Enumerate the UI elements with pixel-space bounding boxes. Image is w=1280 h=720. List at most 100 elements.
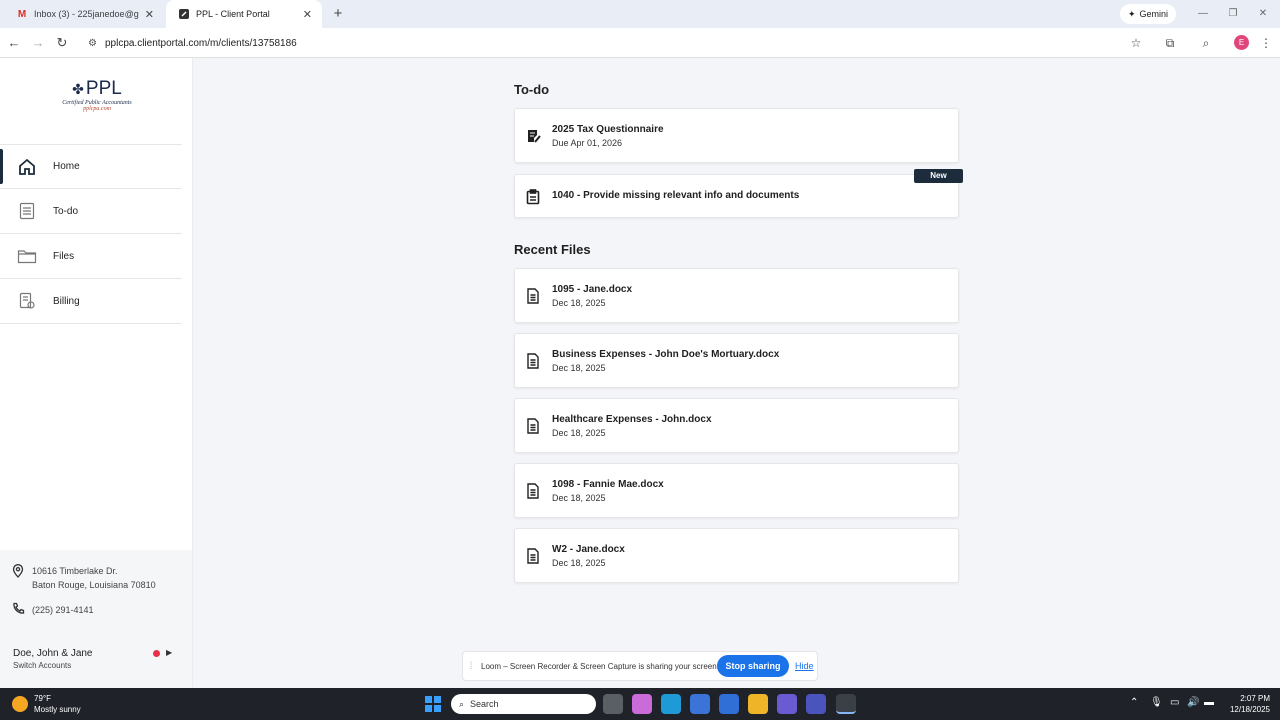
hide-link[interactable]: Hide (795, 661, 814, 671)
phone-number: (225) 291-4141 (32, 604, 94, 615)
chevron-right-icon[interactable]: ▶ (166, 648, 172, 657)
teams-work-icon[interactable] (806, 694, 826, 714)
stop-sharing-button[interactable]: Stop sharing (717, 655, 789, 677)
gmail-icon: M (17, 8, 27, 20)
close-icon[interactable]: ✕ (145, 8, 154, 21)
site-info-icon[interactable]: ⚙ (88, 38, 97, 49)
bookmark-star-icon[interactable]: ☆ (1126, 33, 1146, 53)
copilot-icon[interactable] (632, 694, 652, 714)
file-date: Dec 18, 2025 (552, 298, 606, 308)
close-icon[interactable]: ✕ (303, 8, 312, 21)
system-clock[interactable]: 2:07 PM 12/18/2025 (1226, 693, 1270, 715)
todo-due-date: Due Apr 01, 2026 (552, 138, 623, 148)
forward-button[interactable]: → (28, 33, 48, 53)
url-text: pplcpa.clientportal.com/m/clients/137581… (104, 37, 297, 49)
notification-dot (153, 650, 160, 657)
ppl-logo[interactable]: ✤ PPL Certified Public Accountants pplcpa… (52, 78, 142, 118)
store-icon[interactable] (690, 694, 710, 714)
reload-button[interactable]: ↻ (52, 33, 72, 53)
tab-gmail[interactable]: M Inbox (3) - 225janedoe@gmail. ✕ (4, 0, 164, 28)
teams-icon[interactable] (777, 694, 797, 714)
sidebar-item-label: Files (53, 250, 75, 262)
sidebar-item-label: Home (53, 161, 80, 172)
clock-date: 12/18/2025 (1229, 705, 1270, 714)
tab-title: PPL - Client Portal (196, 9, 270, 19)
main-content: To-do 2025 Tax Questionnaire Due Apr 01,… (193, 58, 1280, 688)
file-date: Dec 18, 2025 (552, 428, 606, 438)
volume-icon[interactable]: 🔊 (1187, 697, 1199, 708)
windows-start-icon[interactable] (425, 696, 441, 712)
clipboard-icon (526, 189, 542, 205)
document-icon (526, 353, 542, 369)
search-placeholder: Search (470, 699, 499, 709)
address-line-2: Baton Rouge, Louisiana 70810 (32, 580, 156, 590)
restore-button[interactable]: ❐ (1218, 0, 1248, 28)
document-icon (526, 418, 542, 434)
microphone-icon[interactable]: 🎙 (1150, 697, 1163, 708)
tab-title: Inbox (3) - 225janedoe@gmail. (34, 9, 139, 19)
sidebar-item-billing[interactable]: Billing (0, 279, 182, 324)
billing-icon (0, 292, 53, 310)
file-name: 1095 - Jane.docx (552, 284, 633, 295)
back-button[interactable]: ← (4, 33, 24, 53)
sidebar-item-home[interactable]: Home (0, 144, 182, 189)
folder-icon (0, 248, 53, 264)
taskbar: 79°F Mostly sunny ⌕ Search ⌃ 🎙 ▭ 🔊 ▬ 2:0… (0, 688, 1280, 720)
file-date: Dec 18, 2025 (552, 493, 606, 503)
logo-text: PPL (85, 78, 122, 99)
file-item[interactable]: 1098 - Fannie Mae.docx Dec 18, 2025 (514, 463, 959, 518)
office-address[interactable]: 10616 Timberlake Dr. Baton Rouge, Louisi… (12, 564, 156, 592)
minimize-button[interactable]: — (1188, 0, 1218, 28)
sidebar-item-label: Billing (53, 295, 80, 307)
sidebar-item-files[interactable]: Files (0, 234, 182, 279)
close-window-button[interactable]: ✕ (1248, 0, 1278, 28)
todo-item[interactable]: 1040 - Provide missing relevant info and… (514, 174, 959, 218)
sparkle-icon: ✦ (1127, 8, 1136, 19)
battery-icon[interactable]: ▬ (1204, 697, 1214, 708)
portal-icon (178, 8, 190, 20)
gemini-button[interactable]: ✦ Gemini (1120, 4, 1176, 24)
profile-avatar[interactable]: E (1234, 35, 1249, 50)
edge-icon[interactable] (661, 694, 681, 714)
file-item[interactable]: Healthcare Expenses - John.docx Dec 18, … (514, 398, 959, 453)
todo-item[interactable]: 2025 Tax Questionnaire Due Apr 01, 2026 (514, 108, 959, 163)
logo-mark: ✤ PPL (52, 78, 142, 100)
new-badge: New (914, 169, 963, 183)
taskbar-search[interactable]: ⌕ Search (451, 694, 596, 714)
sidebar-footer: 10616 Timberlake Dr. Baton Rouge, Louisi… (0, 550, 192, 688)
edit-form-icon (526, 128, 542, 144)
screen-sharing-bar: ⁞ Loom – Screen Recorder & Screen Captur… (462, 651, 818, 681)
file-item[interactable]: 1095 - Jane.docx Dec 18, 2025 (514, 268, 959, 323)
tab-client-portal[interactable]: PPL - Client Portal ✕ (166, 0, 322, 28)
office-phone[interactable]: (225) 291-4141 (12, 602, 94, 617)
sidebar-item-todo[interactable]: To-do (0, 189, 182, 234)
checklist-icon (0, 202, 53, 220)
file-name: Business Expenses - John Doe's Mortuary.… (552, 349, 780, 360)
address-bar[interactable]: ⚙ pplcpa.clientportal.com/m/clients/1375… (80, 31, 1148, 55)
drag-handle-icon[interactable]: ⁞ (463, 661, 479, 672)
display-icon[interactable]: ▭ (1170, 697, 1179, 708)
chrome-icon[interactable] (836, 694, 856, 714)
chevron-up-icon[interactable]: ⌃ (1130, 697, 1138, 708)
outlook-icon[interactable] (719, 694, 739, 714)
document-icon (526, 483, 542, 499)
todo-heading: To-do (514, 82, 550, 97)
clock-time: 2:07 PM (1240, 694, 1270, 703)
file-item[interactable]: Business Expenses - John Doe's Mortuary.… (514, 333, 959, 388)
file-explorer-icon[interactable] (748, 694, 768, 714)
menu-icon[interactable]: ⋮ (1256, 33, 1276, 53)
weather-widget[interactable]: 79°F Mostly sunny (12, 693, 81, 715)
account-switcher[interactable]: Doe, John & Jane Switch Accounts (13, 648, 93, 670)
new-tab-button[interactable]: + (328, 4, 348, 24)
screen-search-icon[interactable]: ⌕ (1196, 33, 1216, 53)
document-icon (526, 288, 542, 304)
extensions-icon[interactable]: ⧉ (1160, 33, 1180, 53)
file-item[interactable]: W2 - Jane.docx Dec 18, 2025 (514, 528, 959, 583)
file-name: W2 - Jane.docx (552, 544, 625, 555)
address-line-1: 10616 Timberlake Dr. (32, 566, 118, 576)
document-icon (526, 548, 542, 564)
file-name: 1098 - Fannie Mae.docx (552, 479, 664, 490)
task-view-icon[interactable] (603, 694, 623, 714)
todo-title: 2025 Tax Questionnaire (552, 124, 664, 135)
logo-website: pplcpa.com (83, 106, 111, 112)
